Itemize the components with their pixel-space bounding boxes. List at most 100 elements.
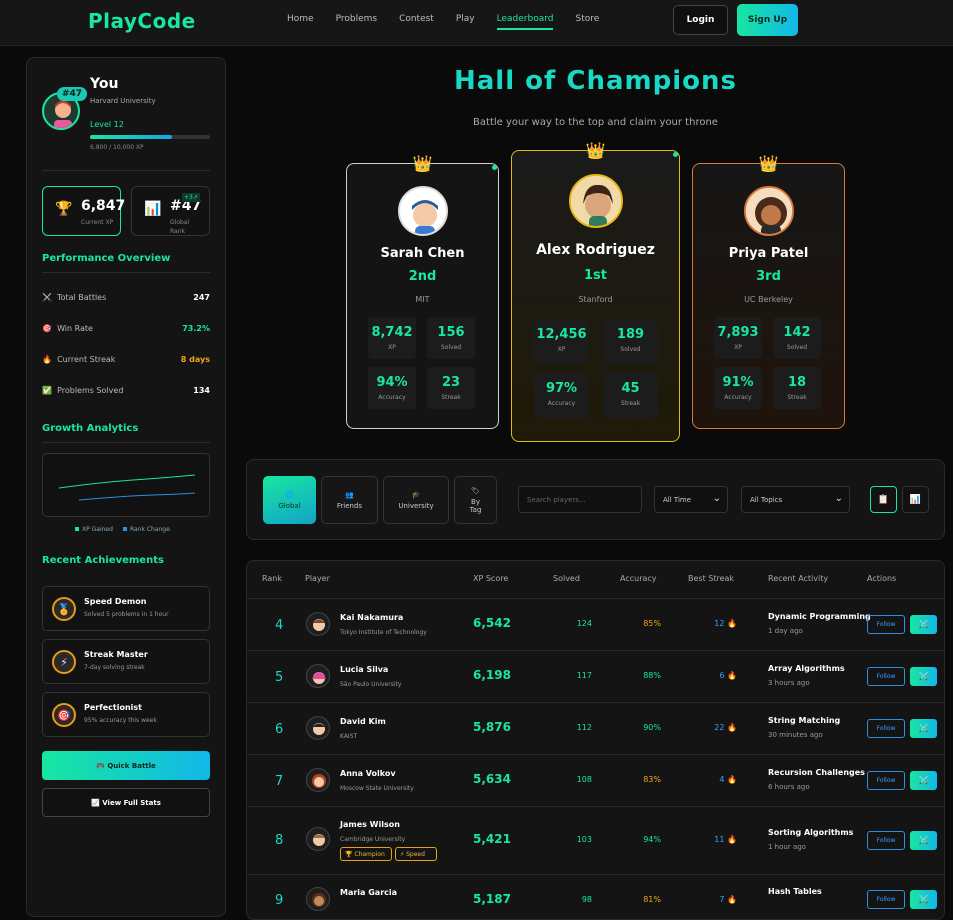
best-streak: 12 🔥 [707, 619, 737, 628]
nav-play[interactable]: Play [456, 14, 475, 30]
topic-select[interactable]: All Topics ⌄ [741, 486, 850, 513]
fire-icon: 🔥 [727, 723, 737, 732]
stat-value: 156 [437, 325, 465, 340]
follow-button[interactable]: Follow [867, 719, 905, 738]
battle-button[interactable]: ⚔️ [910, 719, 937, 738]
podium-name: Priya Patel [728, 246, 809, 261]
chart-view-button[interactable]: 📊 [902, 486, 929, 513]
follow-button[interactable]: Follow [867, 831, 905, 850]
avatar [569, 174, 623, 228]
crown-icon: 👑 [758, 154, 779, 173]
swords-icon: ⚔️ [918, 724, 929, 733]
stat-label: Solved [620, 346, 641, 353]
header-player: Player [305, 574, 330, 583]
crown-icon: 👑 [585, 141, 606, 160]
battle-button[interactable]: ⚔️ [910, 771, 937, 790]
view-full-stats-button[interactable]: 📈 View Full Stats [42, 788, 210, 817]
xp-progress-bar [90, 135, 210, 139]
swords-icon: ⚔️ [918, 895, 929, 904]
nav-leaderboard[interactable]: Leaderboard [496, 14, 554, 30]
perf-row-problems-solved: ✅ Problems Solved 134 [42, 386, 210, 395]
podium-card-first[interactable]: 👑 Alex Rodriguez 1st Stanford 12,456 XP 1… [511, 141, 680, 442]
logo[interactable]: PlayCode [88, 9, 196, 33]
table-row[interactable]: 9 Maria Garcia 5,187 98 81% 7 🔥 Hash Tab… [247, 874, 944, 919]
activity-title: Sorting Algorithms [768, 828, 854, 837]
stat-value: 7,893 [717, 325, 759, 340]
battle-button[interactable]: ⚔️ [910, 831, 937, 850]
table-row[interactable]: 6 David Kim KAIST 5,876 112 90% 22 🔥 Str… [247, 702, 944, 754]
table-row[interactable]: 5 Lucia Silva São Paulo University 6,198… [247, 650, 944, 702]
fire-icon: 🔥 [727, 895, 737, 904]
tab-label: Global [278, 501, 301, 510]
follow-button[interactable]: Follow [867, 615, 905, 634]
tab-by-tag[interactable]: 🏷 By Tag [454, 476, 497, 524]
achievement-subtitle: 95% accuracy this week [84, 717, 157, 724]
stat-value: 8,742 [371, 325, 413, 340]
battle-button[interactable]: ⚔️ [910, 667, 937, 686]
player-university: Moscow State University [340, 785, 414, 792]
stat-cell-streak: 45 Streak [603, 373, 658, 418]
player-name[interactable]: Lucia Silva [340, 665, 388, 674]
player-name[interactable]: Anna Volkov [340, 769, 396, 778]
tab-global[interactable]: 🌐 Global [263, 476, 316, 524]
player-name[interactable]: Kai Nakamura [340, 613, 403, 622]
achievements-title: Recent Achievements [42, 555, 164, 566]
follow-button[interactable]: Follow [867, 667, 905, 686]
streak-value: 6 [719, 671, 725, 680]
player-name[interactable]: Maria Garcia [340, 888, 397, 897]
avatar [306, 664, 330, 688]
time-select[interactable]: All Time ⌄ [654, 486, 728, 513]
achievement-card[interactable]: 🏅 Speed Demon Solved 5 problems in 1 hou… [42, 586, 210, 631]
tab-university[interactable]: 🎓 University [383, 476, 449, 524]
streak-value: 4 [719, 775, 725, 784]
nav-home[interactable]: Home [287, 14, 314, 30]
avatar [306, 716, 330, 740]
table-row[interactable]: 4 Kai Nakamura Tokyo Institute of Techno… [247, 598, 944, 650]
legend-xp-swatch [75, 527, 79, 531]
stat-cell-solved: 142 Solved [773, 317, 821, 359]
accuracy: 94% [643, 835, 661, 844]
nav-problems[interactable]: Problems [336, 14, 377, 30]
best-streak: 22 🔥 [707, 723, 737, 732]
player-name[interactable]: David Kim [340, 717, 386, 726]
quick-battle-button[interactable]: 🎮 Quick Battle [42, 751, 210, 780]
table-row[interactable]: 7 Anna Volkov Moscow State University 5,… [247, 754, 944, 806]
player-university: Tokyo Institute of Technology [340, 629, 427, 636]
stat-cell-accuracy: 94% Accuracy [368, 367, 416, 409]
avatar [306, 827, 330, 851]
player-name[interactable]: James Wilson [340, 820, 400, 829]
perf-value: 247 [193, 293, 210, 302]
nav-store[interactable]: Store [575, 14, 599, 30]
card-view-button[interactable]: 📋 [870, 486, 897, 513]
table-row[interactable]: 8 James Wilson Cambridge University 🏆 Ch… [247, 806, 944, 874]
login-button[interactable]: Login [673, 5, 728, 35]
follow-button[interactable]: Follow [867, 771, 905, 790]
battle-button[interactable]: ⚔️ [910, 615, 937, 634]
achievement-card[interactable]: ⚡ Streak Master 7-day solving streak [42, 639, 210, 684]
tab-friends[interactable]: 👥 Friends [321, 476, 378, 524]
best-streak: 11 🔥 [707, 835, 737, 844]
swords-icon: ⚔️ [42, 293, 52, 302]
streak-value: 11 [714, 835, 725, 844]
leaderboard-table: Rank Player XP Score Solved Accuracy Bes… [246, 560, 945, 920]
target-icon: 🎯 [42, 324, 52, 333]
row-rank: 5 [275, 670, 284, 685]
search-input[interactable]: Search players... [518, 486, 642, 513]
bar-chart-icon: 📊 [144, 201, 162, 217]
perf-row-streak: 🔥 Current Streak 8 days [42, 355, 210, 364]
podium-card-second[interactable]: 👑 Sarah Chen 2nd MIT 8,742 XP 156 Solved 9… [346, 154, 499, 429]
nav-contest[interactable]: Contest [399, 14, 434, 30]
header-xp: XP Score [473, 574, 509, 583]
bullseye-icon: 🎯 [52, 703, 76, 727]
swords-icon: ⚔️ [918, 672, 929, 681]
online-dot [492, 165, 497, 170]
podium-card-third[interactable]: 👑 Priya Patel 3rd UC Berkeley 7,893 XP 14… [692, 154, 845, 429]
header-activity: Recent Activity [768, 574, 829, 583]
battle-button[interactable]: ⚔️ [910, 890, 937, 909]
signup-button[interactable]: Sign Up [737, 4, 798, 36]
header-accuracy: Accuracy [620, 574, 657, 583]
achievement-card[interactable]: 🎯 Perfectionist 95% accuracy this week [42, 692, 210, 737]
legend-rank-swatch [122, 527, 127, 531]
follow-button[interactable]: Follow [867, 890, 905, 909]
header-rank: Rank [262, 574, 282, 583]
